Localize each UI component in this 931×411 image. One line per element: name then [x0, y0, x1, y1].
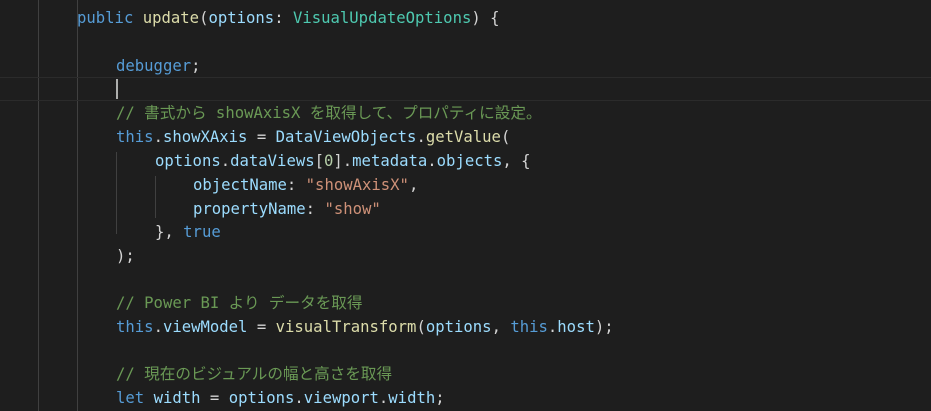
token: "showAxisX"	[305, 176, 409, 194]
token: options	[155, 152, 221, 170]
code-line-11[interactable]: );	[116, 244, 135, 268]
code-line-1[interactable]: public update(options: VisualUpdateOptio…	[77, 6, 500, 30]
code-line-3[interactable]: debugger;	[116, 54, 201, 78]
token: width	[153, 389, 201, 407]
token: =	[247, 318, 276, 336]
token: update	[142, 9, 200, 27]
token: :	[286, 176, 306, 194]
token: :	[305, 200, 325, 218]
indent-guide	[38, 0, 39, 411]
code-line-13[interactable]: // Power BI より データを取得	[116, 291, 363, 315]
token: (	[500, 128, 511, 146]
code-line-5[interactable]: // 書式から showAxisX を取得して、プロパティに設定。	[116, 101, 542, 125]
token: =	[247, 128, 276, 146]
token: .	[153, 128, 163, 146]
token: .	[153, 318, 163, 336]
token: options	[228, 389, 295, 407]
token: ].	[333, 152, 353, 170]
token: true	[183, 223, 221, 241]
comment: // Power BI より データを取得	[116, 294, 363, 312]
token: ,	[491, 318, 511, 336]
token: objectName	[193, 176, 287, 194]
code-line-6[interactable]: this.showXAxis = DataViewObjects.getValu…	[116, 125, 510, 149]
token: ,	[408, 176, 419, 194]
code-line-17[interactable]: let width = options.viewport.width;	[116, 386, 445, 410]
indent-guide	[77, 0, 78, 411]
indent-guide	[116, 152, 117, 234]
token: .	[547, 318, 558, 336]
token: options	[208, 9, 275, 27]
token: this	[510, 318, 548, 336]
token: ;	[191, 57, 201, 75]
current-line-highlight	[0, 77, 931, 101]
token: host	[557, 318, 595, 336]
token: visualTransform	[275, 318, 417, 336]
token: metadata	[352, 152, 428, 170]
token: .	[378, 389, 389, 407]
token: , {	[502, 152, 531, 170]
token: .	[220, 152, 231, 170]
code-line-7[interactable]: options.dataViews[0].metadata.objects, {	[155, 149, 531, 173]
token: getValue	[425, 128, 501, 146]
token: ) {	[471, 9, 500, 27]
token: VisualUpdateOptions	[292, 9, 472, 27]
token: viewModel	[162, 318, 248, 336]
token: =	[200, 389, 229, 407]
comment: // 書式から showAxisX を取得して、プロパティに設定。	[116, 104, 542, 122]
token: width	[388, 389, 436, 407]
token: );	[116, 247, 135, 265]
code-line-14[interactable]: this.viewModel = visualTransform(options…	[116, 315, 614, 339]
token: showXAxis	[162, 128, 248, 146]
comment: // 現在のビジュアルの幅と高さを取得	[116, 365, 393, 383]
token: },	[155, 223, 184, 241]
code-line-8[interactable]: objectName: "showAxisX",	[193, 173, 418, 197]
token: this	[116, 318, 154, 336]
code-editor[interactable]: public update(options: VisualUpdateOptio…	[0, 0, 931, 411]
token: [	[314, 152, 324, 170]
token: let	[116, 389, 145, 407]
token: );	[594, 318, 614, 336]
token: options	[425, 318, 492, 336]
token: objects	[436, 152, 503, 170]
token: .	[294, 389, 304, 407]
token: "show"	[324, 200, 381, 218]
token: .	[427, 152, 437, 170]
token: viewport	[303, 389, 379, 407]
token: (	[416, 318, 426, 336]
token: :	[274, 9, 293, 27]
token: debugger	[116, 57, 192, 75]
token: this	[116, 128, 154, 146]
code-line-10[interactable]: }, true	[155, 220, 221, 244]
token: DataViewObjects	[275, 128, 417, 146]
token: public	[77, 9, 134, 27]
token: propertyName	[193, 200, 306, 218]
token: .	[416, 128, 426, 146]
code-line-16[interactable]: // 現在のビジュアルの幅と高さを取得	[116, 362, 392, 386]
indent-guide	[155, 176, 156, 218]
text-cursor	[116, 79, 118, 99]
token: 0	[324, 152, 334, 170]
token: dataViews	[230, 152, 315, 170]
token: ;	[435, 389, 445, 407]
code-line-9[interactable]: propertyName: "show"	[193, 197, 381, 221]
